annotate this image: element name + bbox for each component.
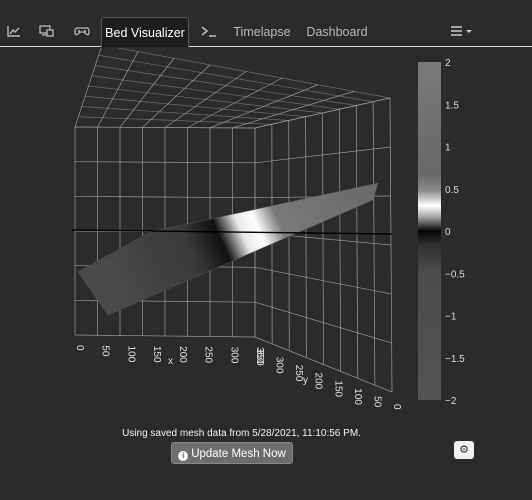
x-tick-label: 100 [125, 346, 136, 363]
colorbar [418, 62, 441, 400]
tab-devices[interactable] [33, 17, 59, 47]
chart-line-icon [7, 26, 20, 37]
x-tick-label: 50 [100, 345, 111, 357]
bed-mesh-3d-plot[interactable]: 0 50 100 150 200 250 300 350 x 350 300 250 200 150 1… [0, 48, 532, 420]
colorbar-ticks: 2 1.5 1 0.5 0 −0.5 −1 −1.5 −2 [445, 58, 465, 407]
tab-control[interactable] [69, 17, 95, 47]
y-tick-label: 50 [371, 396, 382, 408]
tab-graph[interactable] [1, 17, 27, 47]
mesh-status-text: Using saved mesh data from 5/28/2021, 11… [122, 428, 361, 439]
colorbar-tick-label: −0.5 [445, 269, 465, 280]
y-tick-label: 150 [332, 380, 343, 397]
y-tick-label: 100 [352, 388, 363, 405]
colorbar-tick-label: 1 [445, 143, 451, 154]
gamepad-icon [74, 27, 90, 36]
y-axis-ticks: 350 300 250 200 150 100 50 0 [254, 349, 402, 410]
tab-bed-visualizer[interactable]: Bed Visualizer [101, 17, 189, 47]
settings-button[interactable]: ⚙ [454, 441, 474, 459]
x-tick-label: 0 [74, 345, 85, 351]
x-tick-label: 250 [203, 346, 214, 363]
colorbar-tick-label: −1 [445, 312, 457, 323]
y-tick-label: 0 [391, 404, 402, 410]
x-tick-label: 150 [151, 346, 162, 363]
update-mesh-label: Update Mesh Now [191, 448, 286, 460]
colorbar-tick-label: −2 [445, 396, 457, 407]
colorbar-tick-label: 1.5 [445, 100, 459, 111]
x-tick-label: 200 [177, 346, 188, 363]
x-axis-label: x [168, 356, 173, 367]
tab-dashboard[interactable]: Dashboard [303, 17, 371, 47]
update-mesh-button[interactable]: i Update Mesh Now [171, 442, 293, 464]
y-axis-label: y [303, 375, 308, 386]
mesh-surface [77, 182, 379, 316]
colorbar-tick-label: 0.5 [445, 185, 459, 196]
terminal-icon [201, 26, 216, 37]
tab-label: Dashboard [306, 25, 368, 39]
info-icon: i [178, 451, 189, 461]
colorbar-tick-label: 0 [445, 227, 451, 238]
tab-bar: Bed Visualizer Timelapse Dashboard [0, 0, 532, 47]
gear-icon: ⚙ [459, 444, 469, 456]
hamburger-menu-button[interactable] [447, 17, 477, 47]
tab-timelapse[interactable]: Timelapse [232, 17, 292, 47]
y-tick-label: 350 [254, 349, 265, 366]
tab-label: Timelapse [233, 25, 291, 39]
colorbar-tick-label: 2 [445, 58, 451, 69]
tab-label: Bed Visualizer [105, 26, 185, 40]
y-tick-label: 300 [274, 357, 285, 374]
hamburger-menu-icon [451, 26, 472, 36]
y-tick-label: 200 [313, 373, 324, 390]
colorbar-tick-label: −1.5 [445, 354, 465, 365]
devices-icon [38, 25, 54, 37]
x-tick-label: 300 [228, 347, 239, 364]
tab-terminal[interactable] [196, 17, 222, 47]
